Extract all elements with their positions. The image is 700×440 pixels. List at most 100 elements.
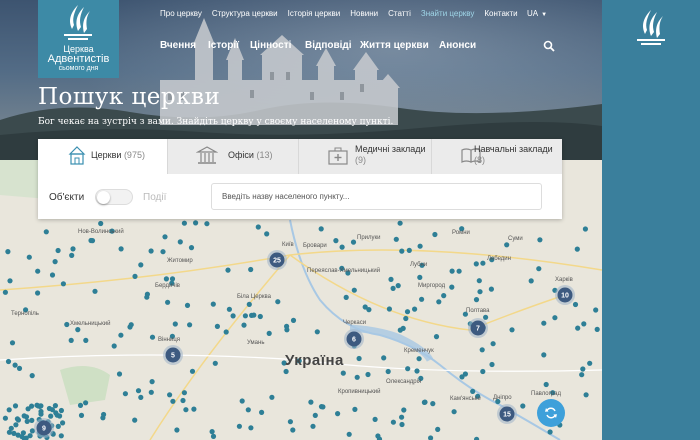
church-marker[interactable] <box>433 334 440 340</box>
search-icon[interactable] <box>543 40 555 52</box>
church-marker[interactable] <box>399 248 405 254</box>
church-marker[interactable] <box>132 417 138 423</box>
church-marker[interactable] <box>70 246 76 252</box>
church-marker[interactable] <box>138 262 144 268</box>
main-nav-stories[interactable]: Історії <box>208 40 250 51</box>
church-marker[interactable] <box>14 416 20 422</box>
church-marker[interactable] <box>223 329 229 335</box>
church-marker[interactable] <box>441 293 447 299</box>
cluster-marker[interactable]: 6 <box>344 329 364 349</box>
main-nav-announcements[interactable]: Анонси <box>439 40 489 51</box>
church-marker[interactable] <box>308 399 314 405</box>
church-marker[interactable] <box>473 261 479 267</box>
cluster-marker[interactable]: 10 <box>555 285 575 305</box>
church-marker[interactable] <box>483 314 489 320</box>
church-marker[interactable] <box>241 322 247 328</box>
church-marker[interactable] <box>111 343 117 349</box>
church-marker[interactable] <box>189 368 196 374</box>
church-marker[interactable] <box>49 407 56 413</box>
church-marker[interactable] <box>69 252 75 258</box>
church-marker[interactable] <box>5 249 11 255</box>
top-nav-articles[interactable]: Статті <box>388 9 411 18</box>
main-nav-teaching[interactable]: Вчення <box>160 40 208 51</box>
church-marker[interactable] <box>390 285 396 291</box>
church-marker[interactable] <box>436 299 442 305</box>
church-marker[interactable] <box>583 392 589 398</box>
church-marker[interactable] <box>21 413 27 419</box>
church-marker[interactable] <box>488 286 494 292</box>
church-marker[interactable] <box>479 347 485 353</box>
church-marker[interactable] <box>335 411 341 417</box>
church-marker[interactable] <box>13 422 19 428</box>
church-marker[interactable] <box>58 407 64 414</box>
church-marker[interactable] <box>541 320 547 326</box>
church-marker[interactable] <box>257 313 263 320</box>
church-marker[interactable] <box>135 388 142 394</box>
church-marker[interactable] <box>12 362 18 368</box>
church-marker[interactable] <box>509 327 515 333</box>
church-marker[interactable] <box>83 400 89 406</box>
church-marker[interactable] <box>5 358 12 365</box>
church-marker[interactable] <box>255 224 261 230</box>
church-marker[interactable] <box>435 426 441 432</box>
church-marker[interactable] <box>174 427 180 433</box>
church-marker[interactable] <box>92 288 98 294</box>
church-marker[interactable] <box>312 412 318 418</box>
top-nav-structure[interactable]: Структура церкви <box>212 9 278 18</box>
church-marker[interactable] <box>210 433 217 439</box>
church-marker[interactable] <box>343 294 349 300</box>
church-marker[interactable] <box>401 407 407 413</box>
church-marker[interactable] <box>35 403 41 409</box>
church-marker[interactable] <box>480 260 486 266</box>
church-marker[interactable] <box>310 423 316 429</box>
church-marker[interactable] <box>574 246 580 252</box>
church-marker[interactable] <box>417 243 423 249</box>
church-marker[interactable] <box>48 413 54 419</box>
church-marker[interactable] <box>354 374 360 380</box>
church-marker[interactable] <box>314 329 320 335</box>
church-marker[interactable] <box>167 392 173 398</box>
church-marker[interactable] <box>169 276 176 282</box>
church-marker[interactable] <box>138 394 144 400</box>
church-marker[interactable] <box>290 427 296 433</box>
church-marker[interactable] <box>148 248 154 254</box>
church-marker[interactable] <box>230 313 236 319</box>
church-marker[interactable] <box>395 283 401 289</box>
church-marker[interactable] <box>547 429 553 435</box>
church-marker[interactable] <box>419 296 425 302</box>
tab-churches[interactable]: Церкви (975) <box>38 139 167 174</box>
top-nav-news[interactable]: Новини <box>350 9 378 18</box>
church-marker[interactable] <box>480 368 486 375</box>
church-marker[interactable] <box>365 371 371 378</box>
church-marker[interactable] <box>397 220 403 226</box>
church-marker[interactable] <box>428 435 434 440</box>
church-marker[interactable] <box>78 412 85 418</box>
church-marker[interactable] <box>52 259 58 265</box>
church-marker[interactable] <box>283 368 289 375</box>
church-marker[interactable] <box>417 274 423 280</box>
church-marker[interactable] <box>29 373 35 379</box>
church-marker[interactable] <box>582 226 589 232</box>
church-marker[interactable] <box>399 421 405 428</box>
church-marker[interactable] <box>127 324 133 330</box>
church-marker[interactable] <box>412 306 418 312</box>
church-marker[interactable] <box>180 397 186 404</box>
church-marker[interactable] <box>214 323 220 329</box>
church-marker[interactable] <box>449 284 455 290</box>
church-marker[interactable] <box>356 355 362 362</box>
church-marker[interactable] <box>381 355 387 361</box>
church-marker[interactable] <box>35 290 41 296</box>
church-marker[interactable] <box>191 406 197 412</box>
church-marker[interactable] <box>187 322 193 328</box>
church-marker[interactable] <box>251 312 257 318</box>
adventist-flame-icon[interactable] <box>633 8 669 48</box>
church-marker[interactable] <box>451 409 457 415</box>
church-marker[interactable] <box>144 294 150 300</box>
church-marker[interactable] <box>184 302 191 308</box>
church-marker[interactable] <box>68 337 74 343</box>
church-marker[interactable] <box>406 247 412 253</box>
church-marker[interactable] <box>404 309 411 315</box>
church-marker[interactable] <box>318 226 324 232</box>
church-marker[interactable] <box>170 398 176 404</box>
church-marker[interactable] <box>88 237 94 244</box>
